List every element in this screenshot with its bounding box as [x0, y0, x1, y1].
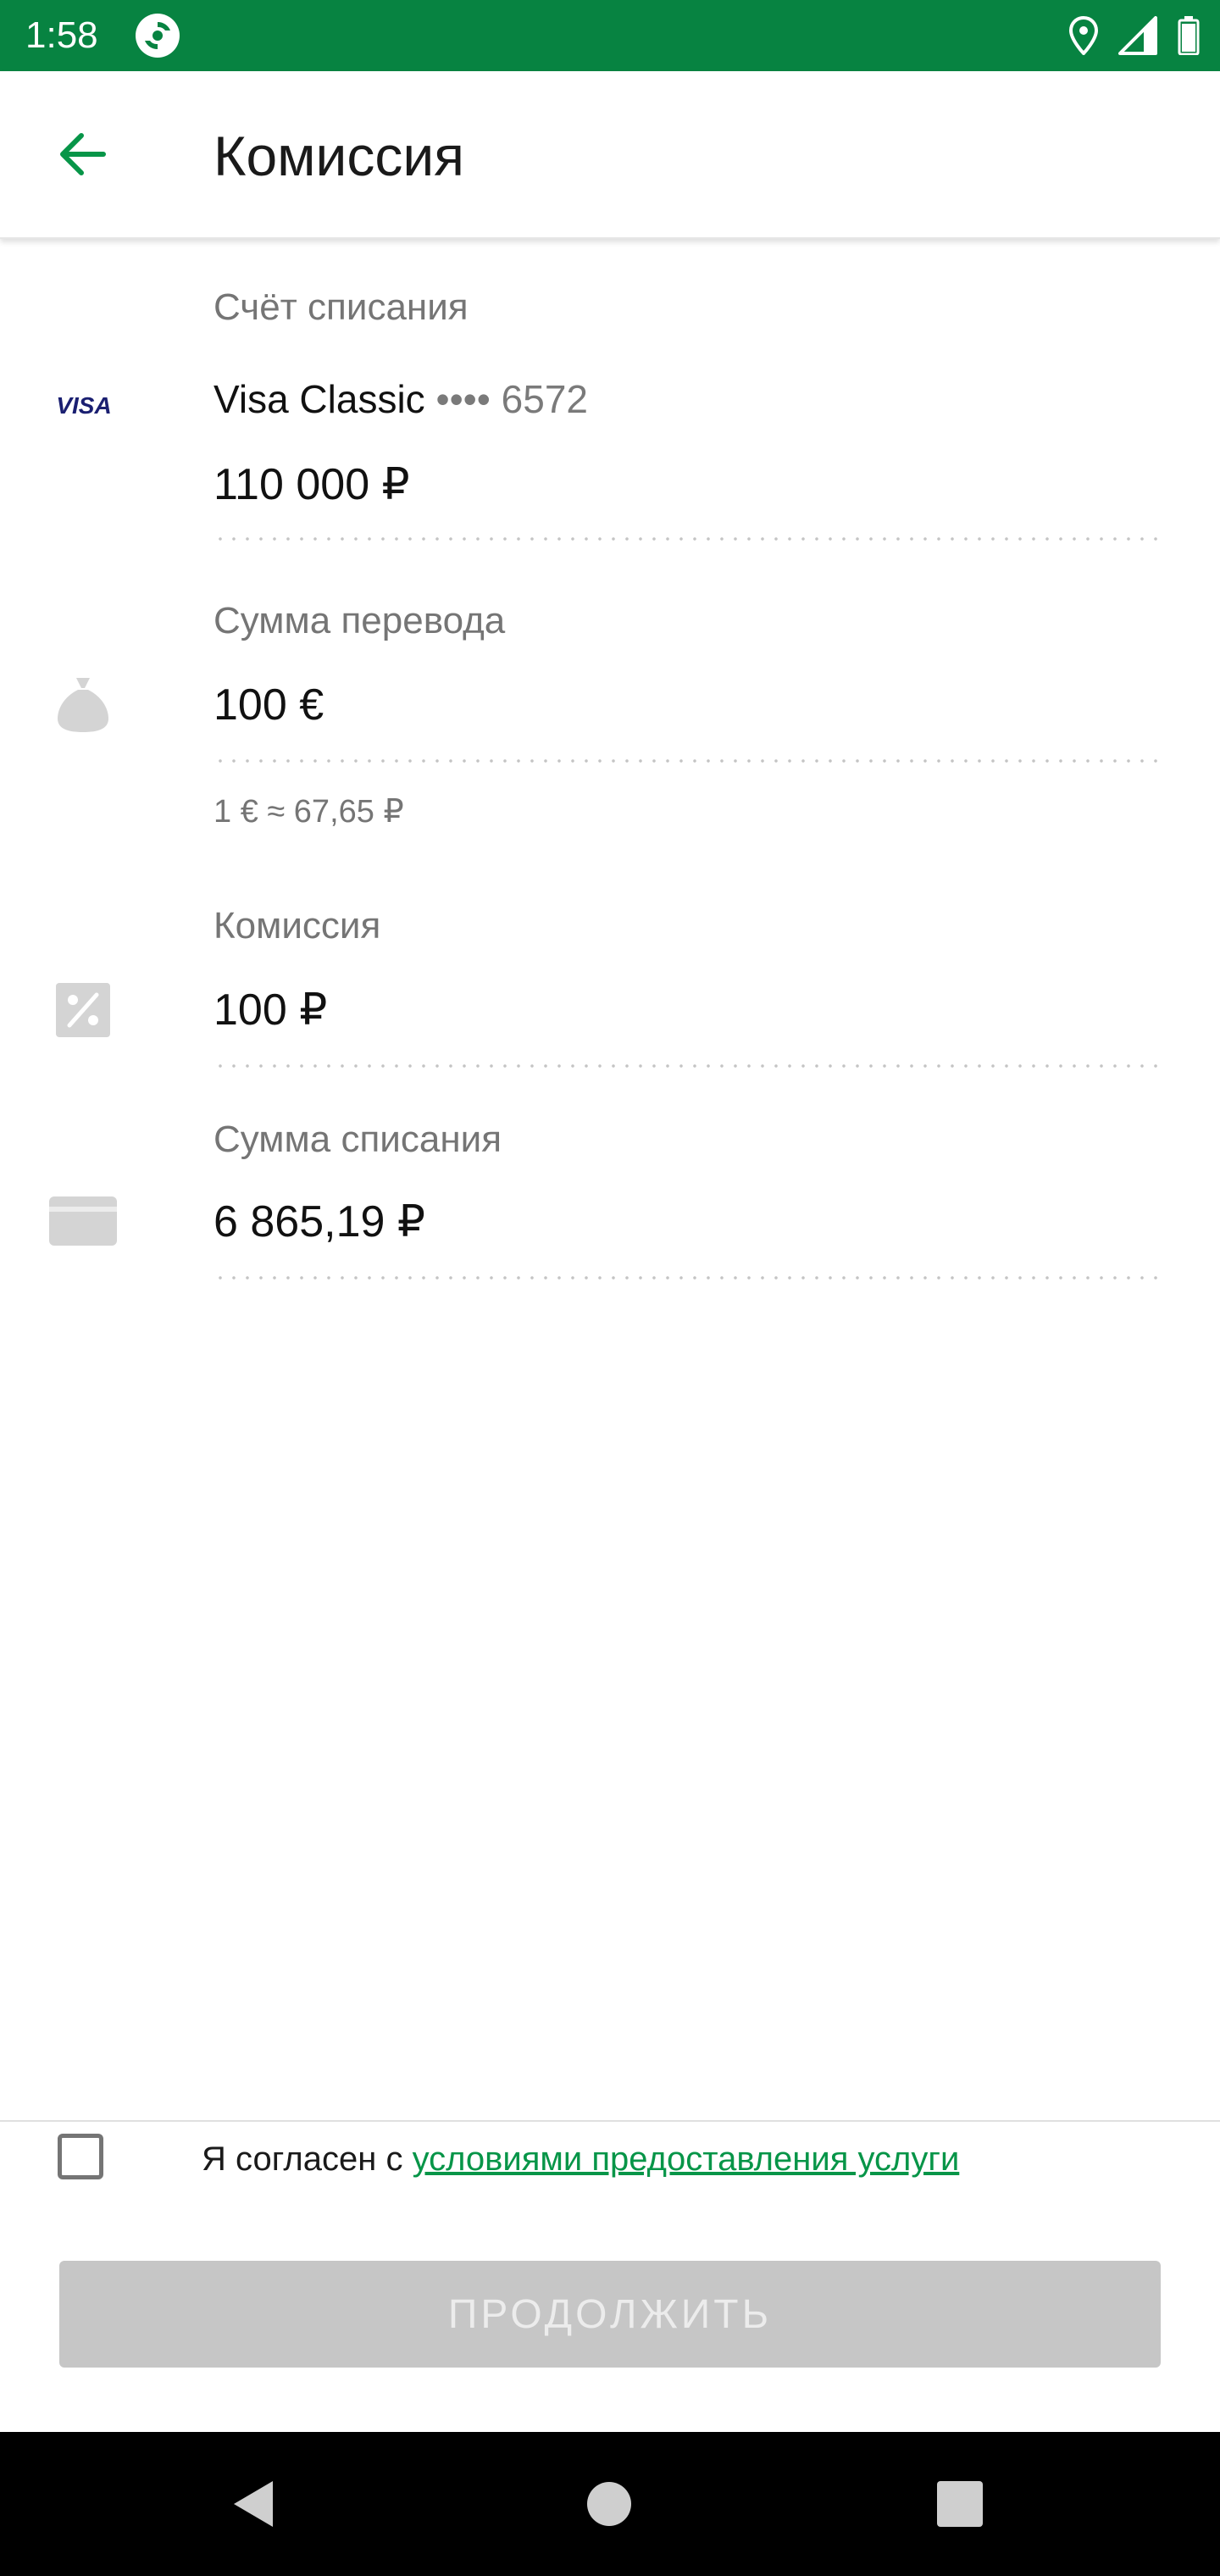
debit-account-card[interactable]: Visa Classic •••• 6572	[214, 375, 588, 424]
nav-back-icon[interactable]	[225, 2474, 285, 2534]
agreement-prefix: Я согласен с	[202, 2140, 413, 2178]
app-bar: Комиссия	[0, 71, 1220, 239]
arrow-left-icon[interactable]	[53, 124, 114, 185]
status-time: 1:58	[25, 14, 98, 56]
visa-logo-icon: VISA	[56, 392, 111, 419]
bottom-divider	[0, 2120, 1220, 2122]
nav-home-icon[interactable]	[580, 2474, 639, 2534]
money-bag-icon	[58, 678, 108, 732]
card-mask: •••• 6572	[435, 377, 588, 421]
commission-value: 100 ₽	[214, 985, 328, 1035]
transfer-amount-label: Сумма перевода	[214, 600, 506, 641]
divider-dotted	[214, 537, 1167, 541]
location-icon	[1069, 16, 1098, 55]
exchange-rate: 1 € ≈ 67,65 ₽	[214, 794, 404, 830]
signal-icon	[1118, 16, 1157, 55]
status-bar: 1:58	[0, 0, 1220, 71]
page-title: Комиссия	[214, 125, 465, 187]
visa-brand-text: VISA	[56, 392, 111, 419]
divider-dotted	[214, 1064, 1167, 1068]
debit-amount-label: Сумма списания	[214, 1119, 502, 1160]
terms-link[interactable]: условиями предоставления услуги	[413, 2140, 960, 2178]
card-icon	[49, 1196, 117, 1246]
agreement-checkbox[interactable]	[58, 2134, 103, 2179]
divider-dotted	[214, 1276, 1167, 1280]
battery-icon	[1178, 16, 1200, 55]
continue-button[interactable]: ПРОДОЛЖИТЬ	[59, 2261, 1161, 2368]
card-balance: 110 000 ₽	[214, 460, 410, 509]
nav-recents-icon[interactable]	[930, 2474, 990, 2534]
card-name: Visa Classic	[214, 377, 425, 421]
system-nav-bar	[0, 2432, 1220, 2576]
divider-dotted	[214, 759, 1167, 763]
agreement-text: Я согласен с условиями предоставления ус…	[202, 2137, 959, 2181]
sync-icon	[136, 14, 180, 58]
transfer-amount-value[interactable]: 100 €	[214, 678, 324, 732]
debit-amount-value: 6 865,19 ₽	[214, 1197, 425, 1246]
percent-icon	[56, 983, 110, 1037]
commission-label: Комиссия	[214, 905, 381, 947]
debit-account-label: Счёт списания	[214, 286, 469, 328]
status-icons	[1069, 15, 1200, 56]
